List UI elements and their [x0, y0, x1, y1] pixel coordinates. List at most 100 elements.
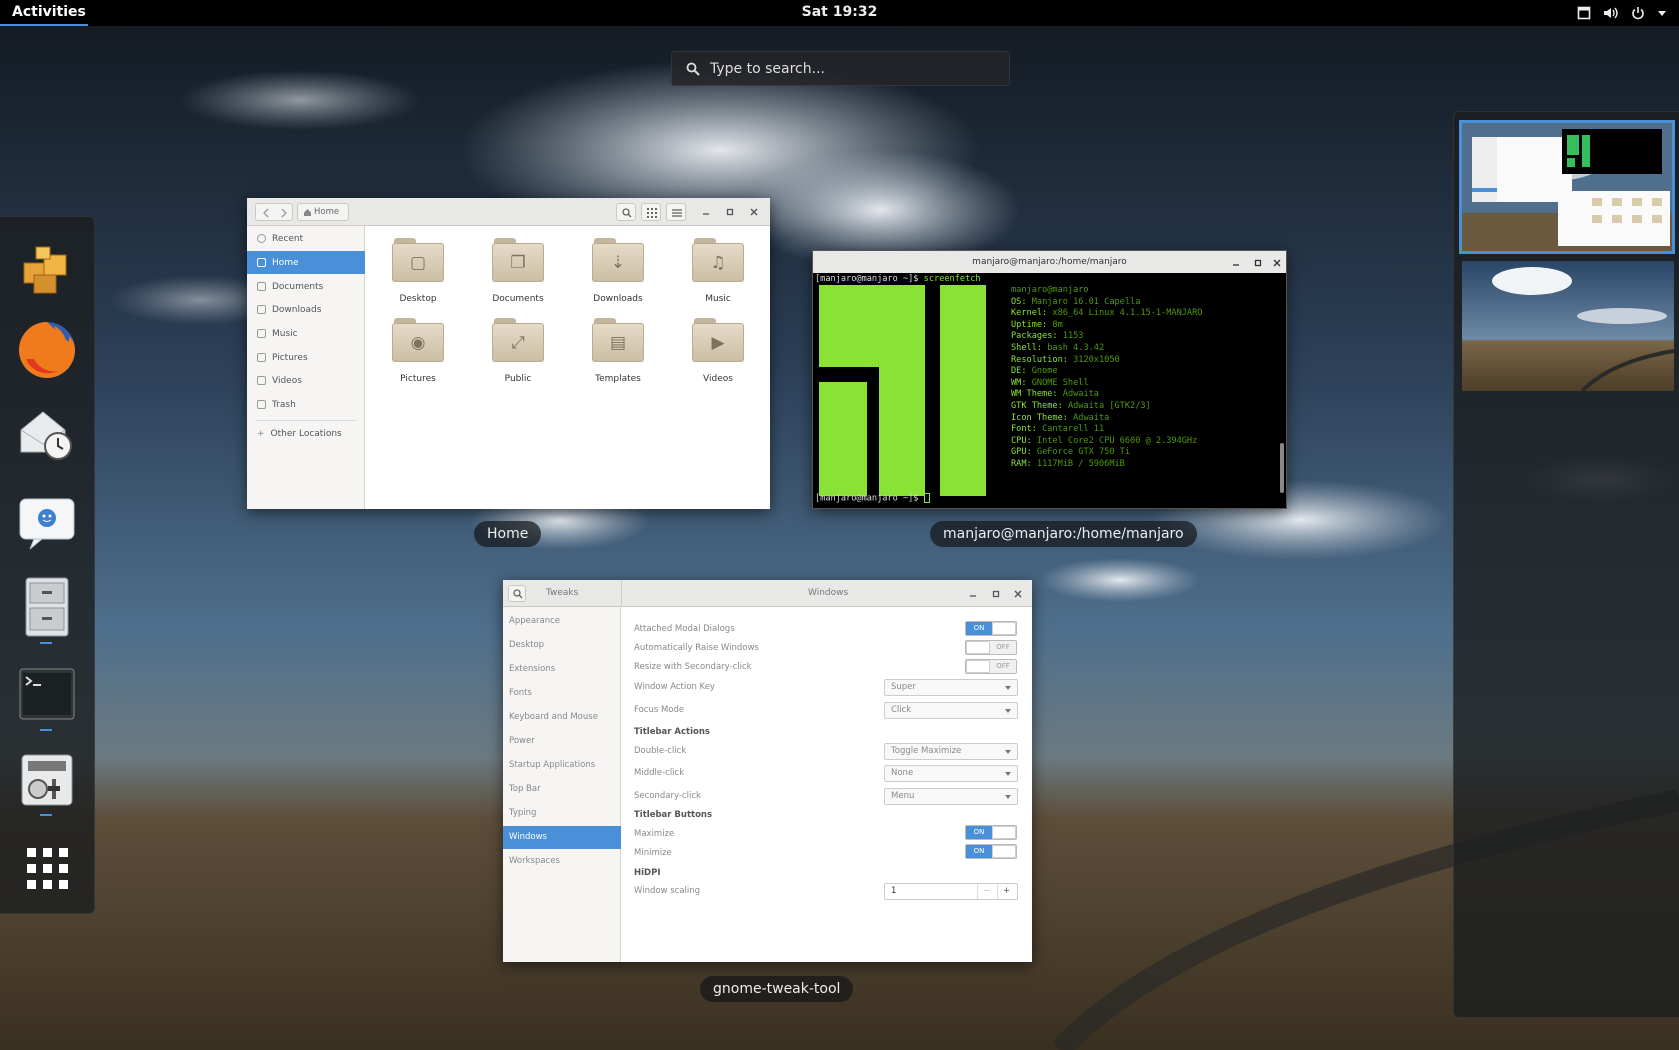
- folder-downloads[interactable]: ⇣ Downloads: [582, 238, 654, 312]
- sidebar-item-trash[interactable]: Trash: [247, 393, 365, 416]
- close-icon[interactable]: [1273, 259, 1281, 267]
- workspace-1[interactable]: [1459, 120, 1675, 254]
- double-click-dropdown[interactable]: Toggle Maximize: [884, 743, 1018, 760]
- sidebar-item-typing[interactable]: Typing: [503, 802, 621, 825]
- window-scaling-spinbutton[interactable]: 1 − +: [884, 883, 1018, 900]
- files-window[interactable]: Home Recent Home Documents Downloads Mus…: [247, 198, 770, 509]
- back-icon[interactable]: [262, 208, 270, 218]
- folder-templates[interactable]: ▤ Templates: [582, 318, 654, 392]
- folder-documents[interactable]: ❐ Documents: [482, 238, 554, 312]
- attached-modal-switch[interactable]: ON: [965, 621, 1017, 636]
- decrement-button[interactable]: −: [977, 884, 995, 899]
- sidebar-item-keyboard-mouse[interactable]: Keyboard and Mouse: [503, 706, 621, 729]
- info-key: Packages:: [1011, 331, 1058, 342]
- raise-windows-switch[interactable]: OFF: [965, 640, 1017, 655]
- menu-arrow-icon[interactable]: [1657, 8, 1667, 18]
- sidebar-item-top-bar[interactable]: Top Bar: [503, 778, 621, 801]
- terminal-icon[interactable]: [16, 663, 78, 725]
- increment-button[interactable]: +: [997, 884, 1015, 899]
- video-icon: [257, 376, 266, 385]
- maximize-icon[interactable]: [1254, 259, 1262, 267]
- system-tray[interactable]: [1577, 0, 1667, 26]
- power-icon[interactable]: [1631, 6, 1645, 20]
- minimize-icon[interactable]: [1232, 259, 1240, 267]
- firefox-icon[interactable]: [16, 319, 78, 381]
- sidebar-item-extensions[interactable]: Extensions: [503, 658, 621, 681]
- sidebar-item-appearance[interactable]: Appearance: [503, 610, 621, 633]
- folder-icon: ▤: [592, 323, 644, 362]
- folder-music[interactable]: ♫ Music: [682, 238, 754, 312]
- close-icon[interactable]: [1014, 590, 1022, 598]
- folder-pictures[interactable]: ◉ Pictures: [382, 318, 454, 392]
- view-toggle-button[interactable]: [641, 203, 661, 221]
- close-icon[interactable]: [750, 208, 758, 216]
- window-icon[interactable]: [1577, 6, 1591, 20]
- search-button[interactable]: [508, 585, 526, 602]
- forward-icon[interactable]: [280, 208, 288, 218]
- sidebar-item-videos[interactable]: Videos: [247, 369, 365, 392]
- resize-secondary-switch[interactable]: OFF: [965, 659, 1017, 674]
- sidebar-item-music[interactable]: Music: [247, 322, 365, 345]
- middle-click-dropdown[interactable]: None: [884, 765, 1018, 782]
- sidebar-item-documents[interactable]: Documents: [247, 275, 365, 298]
- sidebar-item-desktop[interactable]: Desktop: [503, 634, 621, 657]
- path-home-button[interactable]: Home: [297, 203, 349, 221]
- sidebar-item-windows[interactable]: Windows: [503, 826, 621, 849]
- search-input[interactable]: Type to search...: [671, 51, 1010, 86]
- packages-app-icon[interactable]: [16, 237, 78, 299]
- cursor: [923, 493, 930, 503]
- maximize-icon[interactable]: [992, 590, 1000, 598]
- nav-buttons[interactable]: [255, 203, 293, 221]
- menu-button[interactable]: [666, 203, 686, 221]
- tweaks-headerbar: Tweaks Windows: [503, 580, 1032, 607]
- folder-icon: ▶: [692, 323, 744, 362]
- window-caption-tweaks[interactable]: gnome-tweak-tool: [700, 976, 854, 1002]
- chat-app-icon[interactable]: [16, 491, 78, 553]
- secondary-click-dropdown[interactable]: Menu: [884, 788, 1018, 805]
- settings-tweaks-icon[interactable]: [16, 749, 78, 811]
- action-key-dropdown[interactable]: Super: [884, 679, 1018, 696]
- sidebar-item-other-locations[interactable]: + Other Locations: [247, 422, 365, 445]
- info-value: Gnome: [1031, 366, 1058, 377]
- info-value: 3120x1050: [1073, 354, 1120, 365]
- info-key: RAM:: [1011, 458, 1032, 469]
- folder-icon: ◉: [392, 323, 444, 362]
- info-value: Manjaro 16.01 Capella: [1031, 296, 1141, 307]
- scrollbar[interactable]: [1280, 443, 1284, 493]
- sidebar-item-workspaces[interactable]: Workspaces: [503, 850, 621, 873]
- sidebar-item-home[interactable]: Home: [247, 251, 365, 274]
- show-applications-icon[interactable]: [16, 837, 78, 899]
- workspace-2[interactable]: [1462, 261, 1674, 391]
- sidebar-item-recent[interactable]: Recent: [247, 227, 365, 250]
- mail-clock-icon[interactable]: [16, 402, 78, 464]
- sidebar-item-downloads[interactable]: Downloads: [247, 298, 365, 321]
- info-line: GPU: GeForce GTX 750 Ti: [1011, 447, 1202, 459]
- file-cabinet-icon[interactable]: [16, 575, 78, 637]
- terminal-window[interactable]: manjaro@manjaro:/home/manjaro [manjaro@m…: [812, 250, 1287, 509]
- folder-public[interactable]: ⤢ Public: [482, 318, 554, 392]
- maximize-icon[interactable]: [726, 208, 734, 216]
- volume-icon[interactable]: [1603, 6, 1619, 20]
- activities-button[interactable]: Activities: [0, 0, 88, 26]
- sidebar-item-fonts[interactable]: Fonts: [503, 682, 621, 705]
- chevron-down-icon: [1005, 795, 1011, 799]
- terminal-body[interactable]: [manjaro@manjaro ~]$ screenfetch manjaro…: [813, 273, 1286, 509]
- folder-desktop[interactable]: ▢ Desktop: [382, 238, 454, 312]
- window-caption-terminal[interactable]: manjaro@manjaro:/home/manjaro: [930, 521, 1197, 547]
- sidebar-item-power[interactable]: Power: [503, 730, 621, 753]
- clock[interactable]: Sat 19:32: [802, 4, 878, 20]
- minimize-switch[interactable]: ON: [965, 844, 1017, 859]
- maximize-switch[interactable]: ON: [965, 825, 1017, 840]
- search-button[interactable]: [616, 203, 636, 221]
- sidebar-item-startup-applications[interactable]: Startup Applications: [503, 754, 621, 777]
- focus-mode-dropdown[interactable]: Click: [884, 702, 1018, 719]
- minimize-icon[interactable]: [969, 590, 977, 598]
- info-line: Shell: bash 4.3.42: [1011, 343, 1202, 355]
- info-key: Resolution:: [1011, 354, 1068, 365]
- folder-videos[interactable]: ▶ Videos: [682, 318, 754, 392]
- window-caption-home[interactable]: Home: [474, 521, 542, 547]
- sidebar-item-pictures[interactable]: Pictures: [247, 346, 365, 369]
- info-key: GTK Theme:: [1011, 400, 1063, 411]
- tweaks-window[interactable]: Tweaks Windows Appearance Desktop Extens…: [503, 580, 1032, 962]
- minimize-icon[interactable]: [702, 208, 710, 216]
